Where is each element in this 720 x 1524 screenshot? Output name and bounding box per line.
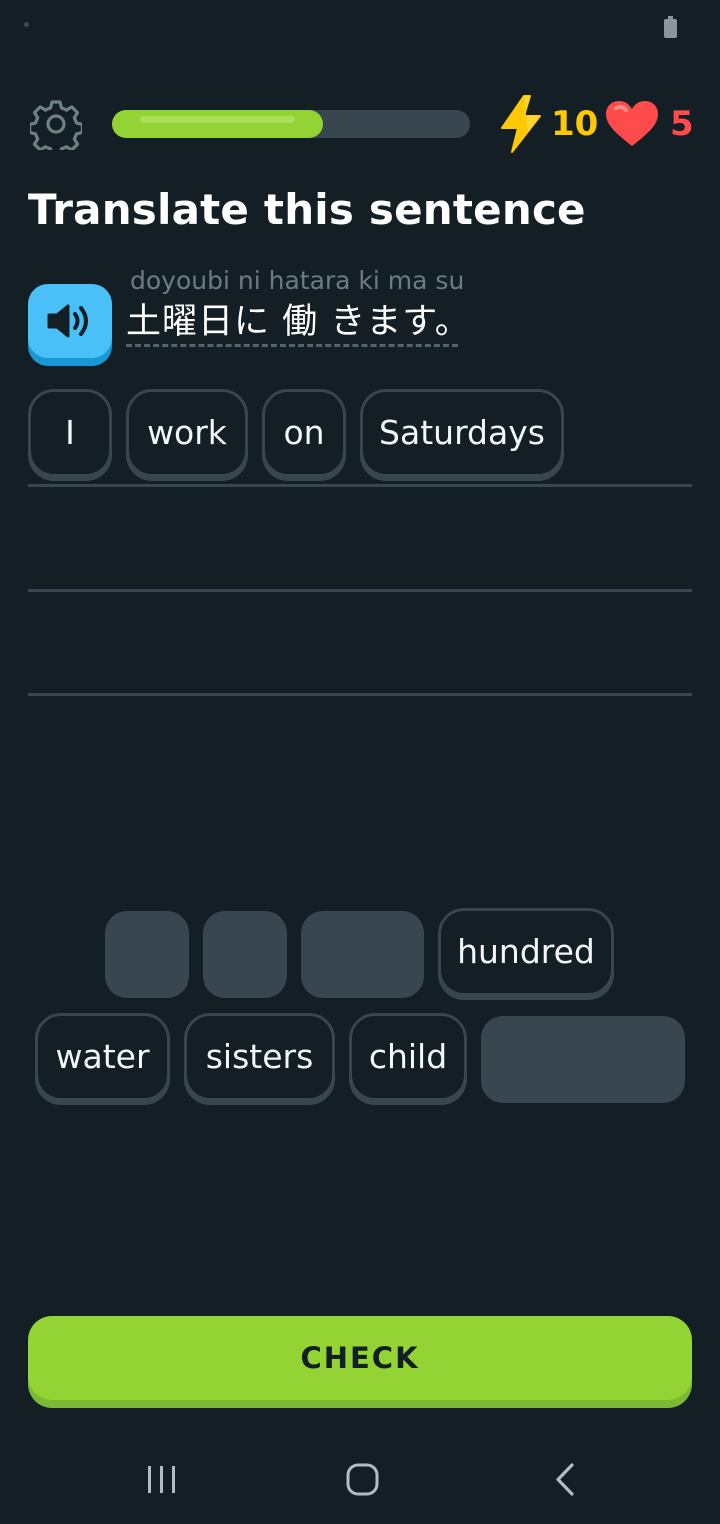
word-bank-tile[interactable]: hundred [438,908,614,996]
word-bank-tile[interactable]: sisters [184,1013,335,1101]
japanese-sentence[interactable]: 土曜日に 働 きます。 [126,299,471,345]
hint-underline [126,344,458,347]
check-button-label: CHECK [300,1341,420,1375]
romaji-reading: doyoubi ni hatara ki ma su [130,266,465,295]
word-bank-tile[interactable]: water [35,1013,170,1101]
recent-apps-icon[interactable] [130,1440,194,1520]
speaker-icon [47,304,88,338]
used-word-slot [203,911,287,998]
used-word-slot [481,1016,685,1103]
lesson-progress-fill [112,110,323,138]
answer-word[interactable]: I [28,389,112,477]
answer-word[interactable]: on [262,389,346,477]
heart-icon [604,100,660,148]
answer-word[interactable]: work [126,389,248,477]
answer-line [28,693,692,696]
answer-line [28,589,692,592]
hearts-count: 5 [670,104,694,144]
back-icon[interactable] [534,1440,598,1520]
answer-word[interactable]: Saturdays [360,389,564,477]
notification-dot [24,22,29,27]
lightning-bolt-icon [498,94,544,154]
page-title: Translate this sentence [28,185,586,234]
word-bank-tile[interactable]: child [349,1013,467,1101]
home-icon[interactable] [330,1440,394,1520]
battery-icon [664,16,677,38]
status-bar [0,0,720,56]
used-word-slot [105,911,189,998]
system-navigation-bar [0,1440,720,1520]
used-word-slot [301,911,424,998]
check-button[interactable]: CHECK [28,1316,692,1408]
answer-line [28,484,692,487]
streak-count: 10 [551,104,599,144]
play-audio-button[interactable] [28,284,112,366]
gear-icon[interactable] [28,98,84,157]
lesson-progress-bar [112,110,470,138]
lesson-progress-highlight [140,116,295,123]
